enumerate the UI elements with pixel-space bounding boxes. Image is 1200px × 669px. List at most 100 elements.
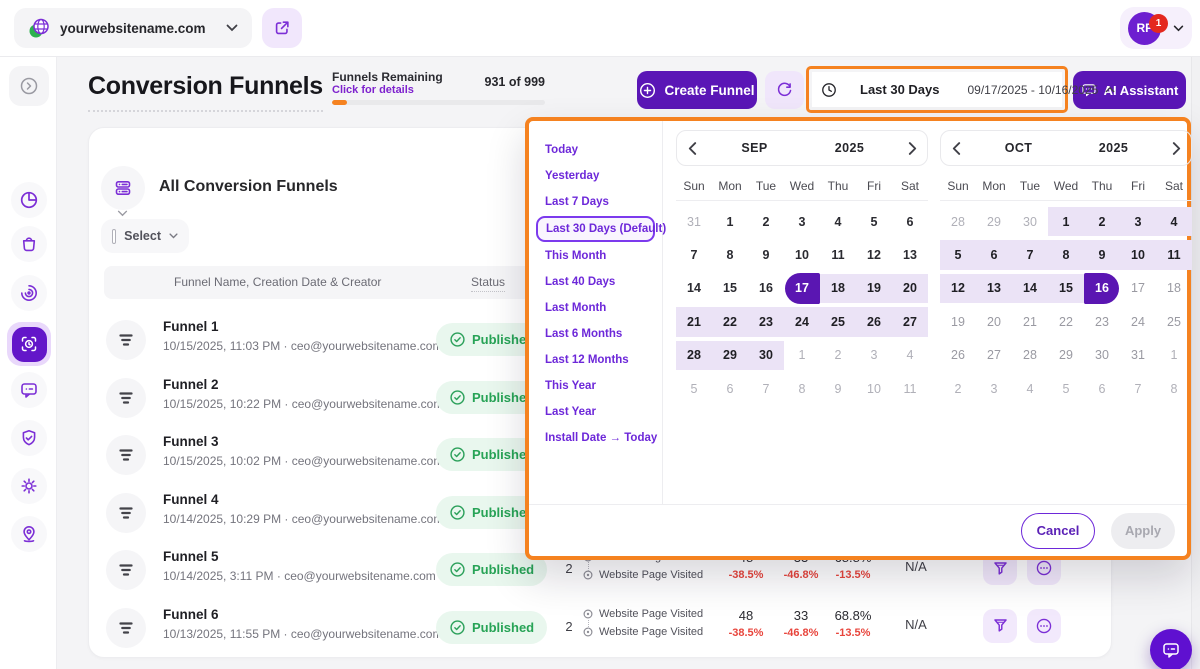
calendar-month-label[interactable]: SEP	[707, 141, 802, 155]
site-selector[interactable]: yourwebsitename.com	[14, 8, 252, 48]
day-cell[interactable]: 27	[892, 305, 928, 338]
day-cell[interactable]: 27	[976, 339, 1012, 372]
prev-month-icon[interactable]	[677, 142, 707, 155]
calendar-month-label[interactable]: OCT	[971, 141, 1066, 155]
next-month-icon[interactable]	[1161, 142, 1191, 155]
day-cell[interactable]: 2	[820, 339, 856, 372]
day-cell[interactable]: 23	[748, 305, 784, 338]
preset-this-year[interactable]: This Year	[529, 373, 662, 399]
preset-last-12-months[interactable]: Last 12 Months	[529, 347, 662, 373]
day-cell[interactable]: 9	[748, 238, 784, 271]
day-cell[interactable]: 18	[820, 272, 856, 305]
day-cell[interactable]: 29	[712, 339, 748, 372]
day-cell[interactable]: 13	[892, 238, 928, 271]
day-cell[interactable]: 14	[1012, 272, 1048, 305]
day-cell[interactable]: 9	[1084, 238, 1120, 271]
day-cell[interactable]: 8	[1048, 238, 1084, 271]
preset-this-month[interactable]: This Month	[529, 243, 662, 269]
preset-last-40-days[interactable]: Last 40 Days	[529, 269, 662, 295]
day-cell[interactable]: 21	[676, 305, 712, 338]
sidebar-collapse-button[interactable]	[9, 66, 49, 106]
calendar-year-label[interactable]: 2025	[1066, 141, 1161, 155]
day-cell[interactable]: 22	[712, 305, 748, 338]
day-cell[interactable]: 6	[976, 238, 1012, 271]
day-cell[interactable]: 16	[748, 272, 784, 305]
apply-button[interactable]: Apply	[1111, 513, 1175, 549]
day-cell[interactable]: 8	[784, 372, 820, 405]
day-cell[interactable]: 6	[1084, 372, 1120, 405]
day-cell[interactable]: 10	[784, 238, 820, 271]
day-cell[interactable]: 3	[976, 372, 1012, 405]
day-cell[interactable]: 22	[1048, 305, 1084, 338]
select-checkbox[interactable]	[112, 229, 116, 244]
day-cell[interactable]: 19	[856, 272, 892, 305]
day-cell[interactable]: 15	[1048, 272, 1084, 305]
day-cell[interactable]: 5	[1048, 372, 1084, 405]
calendar-year-label[interactable]: 2025	[802, 141, 897, 155]
next-month-icon[interactable]	[897, 142, 927, 155]
day-cell[interactable]: 30	[1084, 339, 1120, 372]
sidebar-item-privacy[interactable]	[11, 420, 47, 456]
preset-install-date-today[interactable]: Install Date → Today	[529, 425, 662, 451]
open-site-button[interactable]	[262, 8, 302, 48]
day-cell[interactable]: 17	[784, 272, 820, 305]
sidebar-item-locations[interactable]	[11, 516, 47, 552]
day-cell[interactable]: 7	[676, 238, 712, 271]
day-cell[interactable]: 12	[940, 272, 976, 305]
select-dropdown[interactable]: Select	[101, 219, 189, 253]
day-cell[interactable]: 3	[856, 339, 892, 372]
day-cell[interactable]: 28	[940, 205, 976, 238]
day-cell[interactable]: 5	[940, 238, 976, 271]
day-cell[interactable]: 6	[712, 372, 748, 405]
sidebar-item-funnels-active[interactable]	[7, 322, 51, 366]
day-cell[interactable]: 4	[820, 205, 856, 238]
day-cell[interactable]: 3	[784, 205, 820, 238]
row-more-button[interactable]	[1027, 609, 1061, 643]
day-cell[interactable]: 4	[1156, 205, 1192, 238]
day-cell[interactable]: 29	[976, 205, 1012, 238]
funnel-table-row[interactable]: Funnel 610/13/2025, 11:55 PM · ceo@yourw…	[89, 599, 1113, 657]
day-cell[interactable]: 5	[676, 372, 712, 405]
day-cell[interactable]: 29	[1048, 339, 1084, 372]
day-cell[interactable]: 15	[712, 272, 748, 305]
day-cell[interactable]: 20	[892, 272, 928, 305]
day-cell[interactable]: 24	[1120, 305, 1156, 338]
day-cell[interactable]: 6	[892, 205, 928, 238]
day-cell[interactable]: 28	[676, 339, 712, 372]
day-cell[interactable]: 17	[1120, 272, 1156, 305]
day-cell[interactable]: 11	[1156, 238, 1192, 271]
day-cell[interactable]: 1	[712, 205, 748, 238]
prev-month-icon[interactable]	[941, 142, 971, 155]
day-cell[interactable]: 25	[820, 305, 856, 338]
day-cell[interactable]: 30	[748, 339, 784, 372]
day-cell[interactable]: 4	[892, 339, 928, 372]
day-cell[interactable]: 4	[1012, 372, 1048, 405]
preset-last-month[interactable]: Last Month	[529, 295, 662, 321]
day-cell[interactable]: 26	[940, 339, 976, 372]
preset-yesterday[interactable]: Yesterday	[529, 163, 662, 189]
user-menu[interactable]: RF 1	[1120, 7, 1192, 49]
day-cell[interactable]: 18	[1156, 272, 1192, 305]
day-cell[interactable]: 7	[1012, 238, 1048, 271]
day-cell[interactable]: 28	[1012, 339, 1048, 372]
day-cell[interactable]: 20	[976, 305, 1012, 338]
section-icon-circle[interactable]	[101, 166, 145, 210]
day-cell[interactable]: 1	[1156, 339, 1192, 372]
day-cell[interactable]: 19	[940, 305, 976, 338]
day-cell[interactable]: 3	[1120, 205, 1156, 238]
cancel-button[interactable]: Cancel	[1021, 513, 1095, 549]
day-cell[interactable]: 31	[676, 205, 712, 238]
day-cell[interactable]: 2	[940, 372, 976, 405]
day-cell[interactable]: 11	[820, 238, 856, 271]
preset-last-30-days-default-[interactable]: Last 30 Days (Default)	[536, 216, 655, 242]
day-cell[interactable]: 13	[976, 272, 1012, 305]
sidebar-item-store[interactable]	[11, 226, 47, 262]
day-cell[interactable]: 2	[748, 205, 784, 238]
day-cell[interactable]: 26	[856, 305, 892, 338]
day-cell[interactable]: 24	[784, 305, 820, 338]
day-cell[interactable]: 10	[856, 372, 892, 405]
preset-last-7-days[interactable]: Last 7 Days	[529, 189, 662, 215]
day-cell[interactable]: 10	[1120, 238, 1156, 271]
day-cell[interactable]: 25	[1156, 305, 1192, 338]
sidebar-item-sessions[interactable]	[11, 275, 47, 311]
